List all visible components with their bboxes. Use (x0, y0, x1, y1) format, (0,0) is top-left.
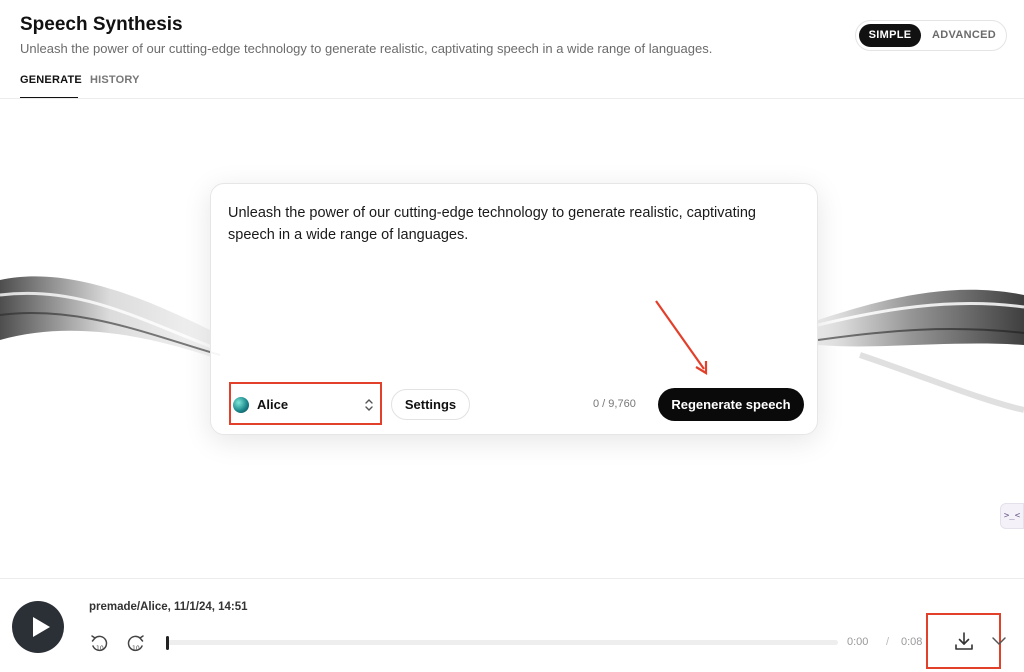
tab-generate[interactable]: GENERATE (20, 74, 82, 99)
track-title: premade/Alice, 11/1/24, 14:51 (89, 601, 248, 613)
chevron-down-icon[interactable] (990, 633, 1008, 649)
progress-bar[interactable] (167, 640, 838, 645)
mode-toggle: SIMPLE ADVANCED (855, 20, 1007, 51)
mode-advanced-button[interactable]: ADVANCED (926, 24, 1002, 47)
page-title: Speech Synthesis (20, 14, 183, 35)
text-input[interactable]: Unleash the power of our cutting-edge te… (228, 202, 803, 246)
player-divider (0, 578, 1024, 579)
mode-simple-button[interactable]: SIMPLE (859, 24, 921, 47)
settings-button[interactable]: Settings (391, 389, 470, 420)
side-widget-tab[interactable]: >_< (1000, 503, 1024, 529)
arrow-annotation-icon (655, 300, 708, 375)
play-icon (33, 617, 50, 637)
svg-text:10: 10 (96, 645, 104, 652)
character-count: 0 / 9,760 (593, 398, 636, 410)
progress-handle[interactable] (166, 636, 169, 650)
time-separator: / (886, 636, 890, 648)
voice-highlight-annotation (229, 382, 382, 425)
time-current: 0:00 (847, 636, 869, 648)
rewind-10-icon[interactable]: 10 (89, 633, 109, 653)
header-divider (0, 98, 1024, 99)
regenerate-speech-button[interactable]: Regenerate speech (658, 388, 804, 421)
speech-synthesis-page: Speech Synthesis Unleash the power of ou… (0, 0, 1024, 672)
page-subtitle: Unleash the power of our cutting-edge te… (20, 41, 713, 56)
forward-10-icon[interactable]: 10 (126, 633, 146, 653)
svg-text:10: 10 (132, 645, 140, 652)
time-total: 0:08 (901, 636, 923, 648)
tab-history[interactable]: HISTORY (90, 74, 140, 99)
play-button[interactable] (12, 601, 64, 653)
